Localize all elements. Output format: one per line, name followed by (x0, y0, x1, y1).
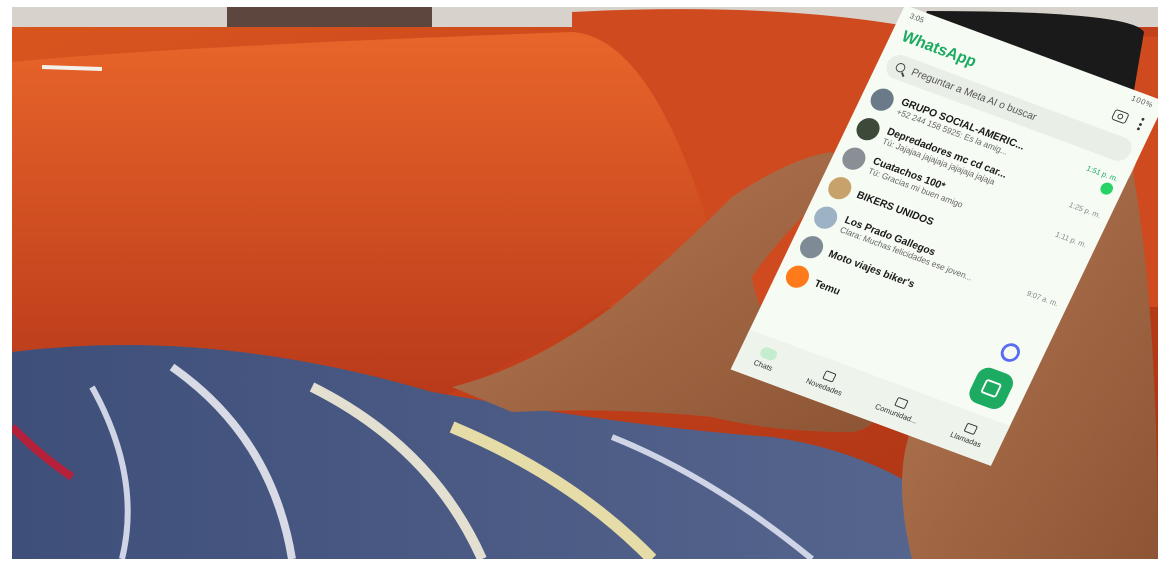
more-options-icon[interactable] (1136, 117, 1145, 131)
camera-icon[interactable] (1110, 108, 1130, 125)
tab-label: Llamadas (948, 430, 983, 450)
chat-avatar (796, 232, 827, 262)
status-time: 3:05 (908, 11, 926, 25)
chat-time: 1:11 p. m. (1054, 229, 1089, 249)
photo-frame: 3:05 100% WhatsApp Preguntar a Meta AI o… (12, 7, 1158, 559)
chat-avatar (810, 203, 842, 232)
app-bar-actions (1110, 108, 1145, 131)
cable (41, 65, 103, 71)
communities-icon (894, 396, 909, 410)
chat-meta: 1:11 p. m. (1054, 230, 1088, 249)
new-chat-icon (980, 378, 1003, 399)
chat-avatar (838, 144, 870, 173)
photo-scene: 3:05 100% WhatsApp Preguntar a Meta AI o… (12, 7, 1158, 559)
chat-avatar (866, 85, 898, 114)
updates-icon (821, 370, 837, 383)
tab-llamadas[interactable]: Llamadas (949, 419, 988, 449)
chat-time: 1:51 p. m. (1085, 164, 1120, 184)
tab-novedades[interactable]: Novedades (805, 365, 849, 398)
unread-badge (1098, 180, 1116, 197)
chat-time: 9:07 a. m. (1025, 288, 1061, 308)
tab-comunidades[interactable]: Comunidad... (874, 391, 924, 425)
chat-meta: 9:07 a. m. (1025, 289, 1060, 308)
tab-chats[interactable]: Chats (752, 345, 780, 373)
chat-avatar (852, 114, 884, 144)
calls-icon (963, 422, 979, 436)
chat-time: 1:25 p. m. (1067, 200, 1103, 220)
chat-avatar (824, 173, 856, 203)
chat-meta: 1:25 p. m. (1068, 200, 1103, 219)
search-icon (894, 61, 907, 74)
chat-avatar (782, 262, 813, 291)
